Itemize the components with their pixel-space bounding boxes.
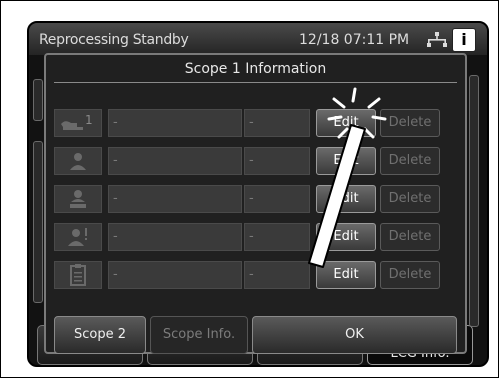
delete-button[interactable]: Delete <box>380 261 440 289</box>
scope-info-row: - - Edit Delete <box>54 223 459 251</box>
field-value: - <box>244 147 310 175</box>
field-value: - <box>108 223 242 251</box>
field-value: - <box>108 147 242 175</box>
scope-info-row: - - Edit Delete <box>54 147 459 175</box>
field-value: - <box>108 109 242 137</box>
clipboard-icon <box>54 261 102 289</box>
status-datetime: 12/18 07:11 PM <box>299 32 410 48</box>
edit-button[interactable]: Edit <box>316 185 376 213</box>
ok-button[interactable]: OK <box>252 316 457 354</box>
edit-button[interactable]: Edit <box>316 261 376 289</box>
scope-2-button[interactable]: Scope 2 <box>54 316 146 354</box>
scope-info-button[interactable]: Scope Info. <box>150 316 248 354</box>
scope-info-row: - - Edit Delete <box>54 261 459 289</box>
info-button[interactable]: i <box>452 28 476 52</box>
field-value: - <box>244 109 310 137</box>
status-mode: Reprocessing Standby <box>39 32 189 48</box>
scope-info-row: 1 - - Edit Delete <box>54 109 459 137</box>
field-value: - <box>108 261 242 289</box>
user-group-icon <box>54 185 102 213</box>
scope-info-row: - - Edit Delete <box>54 185 459 213</box>
delete-button[interactable]: Delete <box>380 185 440 213</box>
delete-button[interactable]: Delete <box>380 109 440 137</box>
edit-button[interactable]: Edit <box>316 223 376 251</box>
field-value: - <box>244 261 310 289</box>
user-alert-icon <box>54 223 102 251</box>
field-value: - <box>244 223 310 251</box>
scope-info-dialog: Scope 1 Information 1 - - Edit Delete - … <box>44 53 467 354</box>
edit-button[interactable]: Edit <box>316 147 376 175</box>
figure-frame: Reprocessing Standby 12/18 07:11 PM i me… <box>0 0 499 378</box>
underlying-side-stub <box>33 141 43 303</box>
delete-button[interactable]: Delete <box>380 147 440 175</box>
scope-icon: 1 <box>54 109 102 137</box>
delete-button[interactable]: Delete <box>380 223 440 251</box>
network-icon <box>427 32 447 47</box>
dialog-title: Scope 1 Information <box>184 61 327 77</box>
user-icon <box>54 147 102 175</box>
svg-text:1: 1 <box>85 113 93 127</box>
underlying-side-stub <box>33 79 43 121</box>
underlying-side-stub <box>469 75 479 327</box>
status-bar: Reprocessing Standby 12/18 07:11 PM i <box>29 23 487 55</box>
title-divider <box>54 82 457 83</box>
device-screen: Reprocessing Standby 12/18 07:11 PM i me… <box>27 21 489 367</box>
edit-button[interactable]: Edit <box>316 109 376 137</box>
field-value: - <box>244 185 310 213</box>
field-value: - <box>108 185 242 213</box>
